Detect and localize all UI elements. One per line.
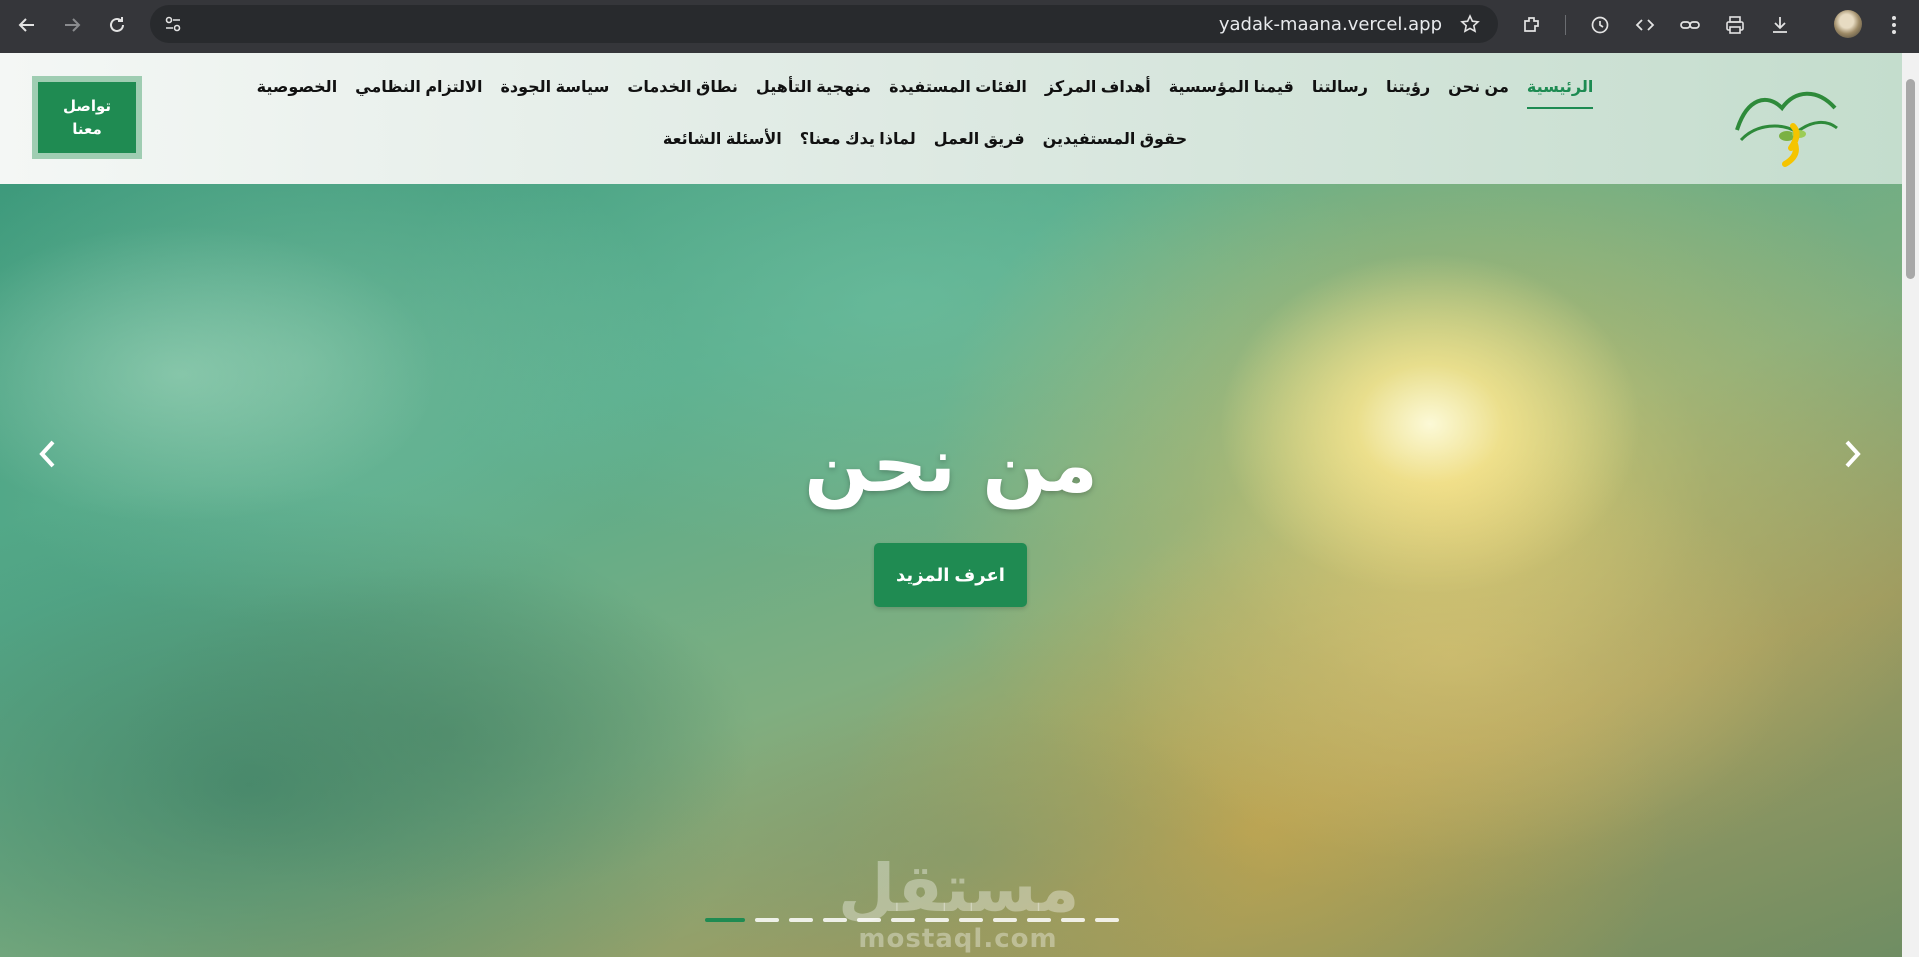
nav-item-methodology[interactable]: منهجية التأهيل: [756, 71, 871, 123]
slider-dot[interactable]: [823, 918, 847, 922]
slider-dot[interactable]: [1095, 918, 1119, 922]
watermark-main: مستقل: [838, 850, 1080, 927]
back-icon[interactable]: [10, 10, 44, 40]
url-text[interactable]: yadak-maana.vercel.app: [1219, 14, 1442, 35]
nav-item-mission[interactable]: رسالتنا: [1312, 71, 1368, 123]
history-icon[interactable]: [1586, 12, 1614, 38]
slider-dot[interactable]: [993, 918, 1017, 922]
nav-item-services[interactable]: نطاق الخدمات: [627, 71, 738, 123]
nav-item-goals[interactable]: أهداف المركز: [1045, 71, 1151, 123]
slider-dot[interactable]: [789, 918, 813, 922]
nav-item-values[interactable]: قيمنا المؤسسية: [1169, 71, 1294, 123]
nav-item-privacy[interactable]: الخصوصية: [257, 71, 338, 123]
hero-title: من نحن: [804, 420, 1098, 509]
menu-kebab-icon[interactable]: [1880, 12, 1908, 38]
extensions-icon[interactable]: [1518, 12, 1546, 38]
slider-dot[interactable]: [959, 918, 983, 922]
slider-dot[interactable]: [705, 918, 745, 922]
nav-item-about[interactable]: من نحن: [1448, 71, 1509, 123]
slider-dot[interactable]: [891, 918, 915, 922]
slider-dot[interactable]: [755, 918, 779, 922]
contact-us-button[interactable]: تواصل معنا: [32, 76, 142, 159]
site-logo[interactable]: [1727, 68, 1845, 168]
learn-more-button[interactable]: اعرف المزيد: [874, 543, 1027, 607]
watermark-logo: مستقل mostaql.com: [838, 854, 1079, 955]
slider-dot[interactable]: [1061, 918, 1085, 922]
slider-dots: [705, 918, 1199, 924]
slider-dot[interactable]: [1027, 918, 1051, 922]
nav-item-home[interactable]: الرئيسية: [1526, 71, 1593, 123]
reload-icon[interactable]: [100, 10, 134, 40]
link-icon[interactable]: [1676, 12, 1704, 38]
bookmark-star-icon[interactable]: [1460, 14, 1480, 39]
nav-item-vision[interactable]: رؤيتنا: [1386, 71, 1430, 123]
code-icon[interactable]: [1631, 12, 1659, 38]
site-info-icon[interactable]: [160, 11, 186, 37]
nav-item-why-us[interactable]: لماذا يدك معنا؟: [800, 123, 916, 175]
nav-item-faq[interactable]: الأسئلة الشائعة: [663, 123, 782, 175]
web-page: الرئيسية من نحن رؤيتنا رسالتنا قيمنا الم…: [0, 53, 1902, 957]
toolbar-divider: [1565, 15, 1566, 35]
watermark-sub: mostaql.com: [858, 924, 1058, 954]
address-bar[interactable]: yadak-maana.vercel.app: [150, 5, 1498, 43]
page-scrollbar[interactable]: [1902, 53, 1919, 957]
slider-dot[interactable]: [857, 918, 881, 922]
slider-dot[interactable]: [925, 918, 949, 922]
nav-item-quality[interactable]: سياسة الجودة: [500, 71, 609, 123]
contact-label-line2: معنا: [72, 120, 102, 138]
nav-item-team[interactable]: فريق العمل: [934, 123, 1025, 175]
site-header: الرئيسية من نحن رؤيتنا رسالتنا قيمنا الم…: [0, 53, 1902, 184]
browser-toolbar: yadak-maana.vercel.app: [0, 0, 1919, 53]
nav-item-compliance[interactable]: الالتزام النظامي: [355, 71, 482, 123]
hero-slider: من نحن اعرف المزيد مستقل mostaql.com: [0, 184, 1902, 957]
scrollbar-thumb[interactable]: [1906, 79, 1915, 279]
download-icon[interactable]: [1766, 12, 1794, 38]
print-icon[interactable]: [1721, 12, 1749, 38]
contact-label-line1: تواصل: [62, 97, 112, 115]
nav-item-beneficiaries[interactable]: الفئات المستفيدة: [889, 71, 1027, 123]
forward-icon[interactable]: [55, 10, 89, 40]
nav-item-rights[interactable]: حقوق المستفيدين: [1043, 123, 1188, 175]
main-navigation: الرئيسية من نحن رؤيتنا رسالتنا قيمنا الم…: [170, 71, 1680, 171]
profile-avatar[interactable]: [1834, 10, 1862, 38]
